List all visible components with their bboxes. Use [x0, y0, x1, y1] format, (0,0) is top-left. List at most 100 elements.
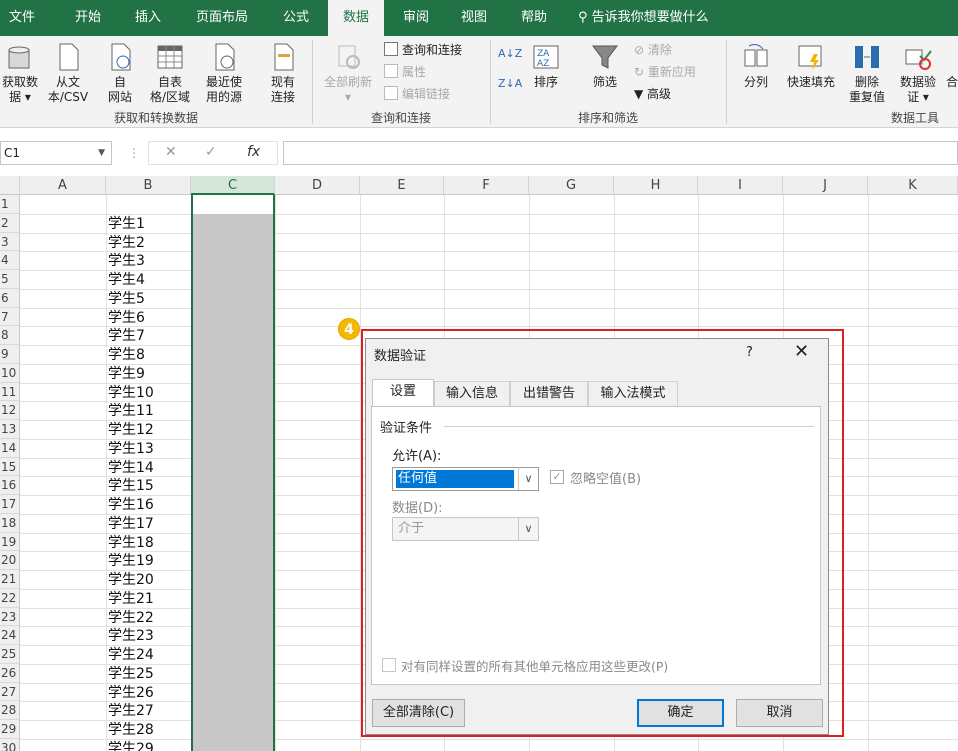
cell-b[interactable]: 学生7	[108, 327, 145, 345]
tab-page-layout[interactable]: 页面布局	[184, 0, 260, 36]
cell-b[interactable]: 学生8	[108, 346, 145, 364]
cell-b[interactable]: 学生2	[108, 234, 145, 252]
flash-fill-button[interactable]: 快速填充	[782, 36, 840, 90]
column-header[interactable]: G	[529, 176, 614, 195]
row-header[interactable]: 19	[0, 532, 20, 552]
column-header[interactable]: H	[614, 176, 698, 195]
get-data-button[interactable]: 获取数据 ▾	[0, 36, 40, 105]
column-header[interactable]: D	[275, 176, 360, 195]
cell-b[interactable]: 学生25	[108, 665, 154, 683]
tab-error-alert[interactable]: 出错警告	[510, 381, 588, 407]
cell-b[interactable]: 学生4	[108, 271, 145, 289]
existing-connections-button[interactable]: 现有 连接	[260, 36, 306, 105]
from-text-csv-button[interactable]: 从文 本/CSV	[42, 36, 94, 105]
chevron-down-icon[interactable]: ∨	[518, 518, 538, 540]
cell-b[interactable]: 学生5	[108, 290, 145, 308]
queries-connections-button[interactable]: 查询和连接	[384, 42, 462, 60]
row-header[interactable]: 23	[0, 607, 20, 627]
ignore-blank-checkbox[interactable]: ✓	[550, 470, 564, 484]
select-all-corner[interactable]	[0, 176, 20, 195]
cancel-icon[interactable]: ✕	[165, 144, 177, 160]
clear-all-button[interactable]: 全部清除(C)	[372, 699, 465, 727]
chevron-down-icon[interactable]: ▼	[98, 142, 105, 164]
cell-b[interactable]: 学生23	[108, 627, 154, 645]
merge-button[interactable]: 合	[944, 36, 958, 90]
cell-b[interactable]: 学生9	[108, 365, 145, 383]
row-header[interactable]: 3	[0, 232, 20, 252]
cell-b[interactable]: 学生29	[108, 740, 154, 751]
data-validation-button[interactable]: 数据验证 ▾	[893, 36, 943, 105]
from-web-button[interactable]: 自网站	[98, 36, 142, 105]
reapply-button[interactable]: ↻ 重新应用	[634, 64, 696, 82]
cell-b[interactable]: 学生13	[108, 440, 154, 458]
cell-b[interactable]: 学生11	[108, 402, 154, 420]
refresh-all-button[interactable]: 全部刷新 ▾	[318, 36, 378, 105]
edit-links-button[interactable]: 编辑链接	[384, 86, 450, 104]
cell-b[interactable]: 学生3	[108, 252, 145, 270]
tab-input-message[interactable]: 输入信息	[434, 381, 510, 407]
cell-b[interactable]: 学生1	[108, 215, 145, 233]
tab-insert[interactable]: 插入	[122, 0, 174, 36]
row-header[interactable]: 6	[0, 288, 20, 308]
row-header[interactable]: 1	[0, 195, 20, 214]
tab-view[interactable]: 视图	[448, 0, 500, 36]
cell-b[interactable]: 学生21	[108, 590, 154, 608]
help-button[interactable]: ?	[746, 345, 753, 360]
cell-b[interactable]: 学生15	[108, 477, 154, 495]
column-header[interactable]: B	[106, 176, 191, 195]
apply-all-checkbox[interactable]	[382, 658, 396, 672]
column-header[interactable]: A	[20, 176, 106, 195]
row-header[interactable]: 10	[0, 363, 20, 383]
row-header[interactable]: 26	[0, 663, 20, 683]
cancel-button[interactable]: 取消	[736, 699, 823, 727]
row-header[interactable]: 2	[0, 213, 20, 233]
chevron-down-icon[interactable]: ∨	[518, 468, 538, 490]
from-table-button[interactable]: 自表 格/区域	[144, 36, 196, 105]
row-header[interactable]: 25	[0, 645, 20, 664]
cell-b[interactable]: 学生16	[108, 496, 154, 514]
properties-button[interactable]: 属性	[384, 64, 426, 82]
row-header[interactable]: 5	[0, 270, 20, 289]
row-header[interactable]: 27	[0, 682, 20, 702]
cell-b[interactable]: 学生12	[108, 421, 154, 439]
row-header[interactable]: 14	[0, 438, 20, 458]
row-header[interactable]: 28	[0, 701, 20, 720]
clear-filter-button[interactable]: ⊘ 清除	[634, 42, 672, 60]
row-header[interactable]: 7	[0, 307, 20, 327]
text-to-columns-button[interactable]: 分列	[736, 36, 776, 90]
row-header[interactable]: 13	[0, 420, 20, 439]
row-header[interactable]: 9	[0, 345, 20, 364]
row-header[interactable]: 29	[0, 720, 20, 739]
insert-function-icon[interactable]: fx	[247, 144, 260, 160]
tab-data[interactable]: 数据	[328, 0, 384, 36]
allow-select[interactable]: 任何值 ∨	[392, 467, 539, 491]
row-header[interactable]: 15	[0, 457, 20, 477]
advanced-filter-button[interactable]: ▼ 高级	[634, 86, 671, 104]
row-header[interactable]: 12	[0, 401, 20, 420]
row-header[interactable]: 24	[0, 626, 20, 645]
row-header[interactable]: 16	[0, 476, 20, 495]
row-header[interactable]: 20	[0, 551, 20, 570]
tab-file[interactable]: 文件	[0, 0, 44, 36]
sort-az-icon[interactable]: A↓Z	[498, 46, 522, 64]
column-header-selected[interactable]: C	[191, 176, 275, 195]
formula-input[interactable]	[283, 141, 958, 165]
cell-b[interactable]: 学生26	[108, 684, 154, 702]
row-header[interactable]: 4	[0, 251, 20, 270]
cell-b[interactable]: 学生14	[108, 459, 154, 477]
ok-button[interactable]: 确定	[637, 699, 724, 727]
cell-b[interactable]: 学生18	[108, 534, 154, 552]
cell-b[interactable]: 学生28	[108, 721, 154, 739]
enter-check-icon[interactable]: ✓	[205, 144, 217, 160]
active-cell-c1[interactable]	[193, 195, 273, 214]
cell-b[interactable]: 学生20	[108, 571, 154, 589]
column-header[interactable]: F	[444, 176, 529, 195]
tab-review[interactable]: 审阅	[390, 0, 442, 36]
tab-home[interactable]: 开始	[62, 0, 114, 36]
name-box[interactable]: C1 ▼	[0, 141, 112, 165]
tell-me-box[interactable]: ⚲ 告诉我你想要做什么	[578, 0, 709, 36]
tab-settings[interactable]: 设置	[372, 379, 434, 407]
cell-b[interactable]: 学生27	[108, 702, 154, 720]
remove-duplicates-button[interactable]: 删除 重复值	[844, 36, 890, 105]
sort-button[interactable]: ZA AZ 排序	[526, 36, 566, 90]
